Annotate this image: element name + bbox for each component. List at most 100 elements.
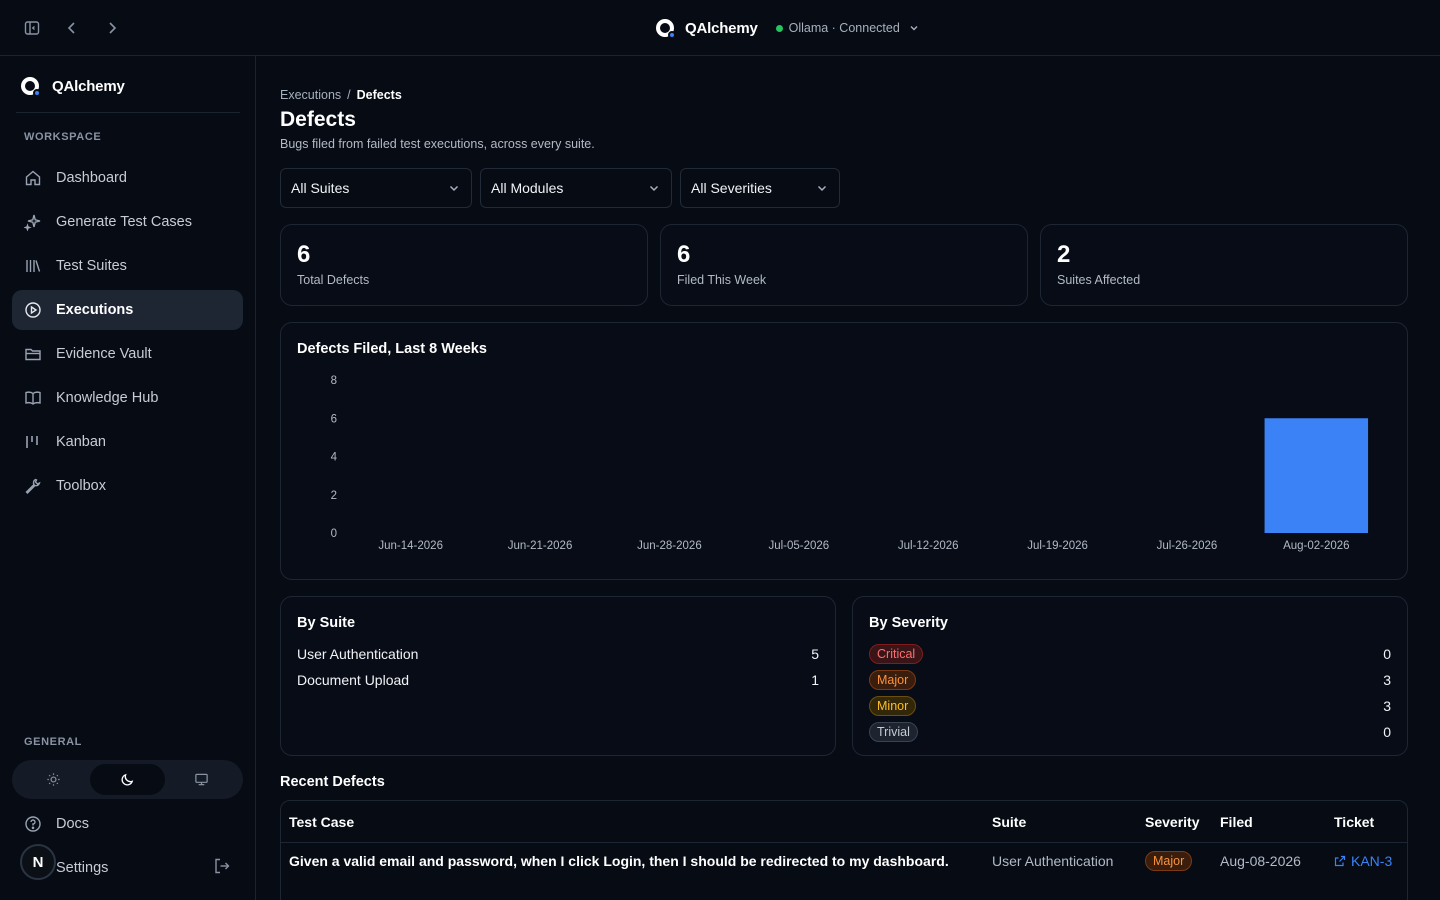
stat-value: 2 [1057,241,1071,268]
by-severity-title: By Severity [869,615,948,631]
sun-icon [47,773,60,786]
severity-badge: Major [869,670,917,690]
cell-filed: Aug-08-2026 [1220,853,1301,869]
stat-label: Filed This Week [677,273,767,287]
workspace-section-label: WORKSPACE [24,131,102,143]
sidebar-item-docs[interactable]: Docs [12,804,243,844]
defects-chart-card: Defects Filed, Last 8 Weeks 0 2 4 6 8 Jun-14-… [280,322,1408,580]
avatar[interactable]: N [20,844,56,880]
cell-test-case: Given a valid email and password, when I… [289,853,949,869]
chart-bar[interactable] [1264,418,1369,533]
ticket-link[interactable]: KAN-3 [1334,853,1392,869]
suite-count: 1 [811,672,819,688]
suite-name: User Authentication [297,646,419,662]
theme-light-button[interactable] [16,764,90,795]
sidebar-divider [16,112,240,113]
sidebar-item-generate-test-cases[interactable]: Generate Test Cases [12,202,243,242]
wrench-icon [25,478,41,494]
column-header-suite[interactable]: Suite [992,814,1026,830]
sidebar-item-label: Dashboard [56,170,127,186]
severity-badge: Critical [869,644,924,664]
top-bar: QAlchemy Ollama · Connected [0,0,1440,56]
y-tick-label: 0 [331,528,337,540]
y-tick-label: 6 [331,413,337,425]
library-icon [26,260,41,272]
stat-card-total-defects: 6 Total Defects [280,224,648,306]
x-tick-label: Jun-28-2026 [637,540,702,552]
sidebar-item-knowledge-hub[interactable]: Knowledge Hub [12,378,243,418]
x-tick-label: Jun-21-2026 [508,540,573,552]
sidebar-item-test-suites[interactable]: Test Suites [12,246,243,286]
sidebar-brand[interactable]: QAlchemy [20,76,125,97]
y-tick-label: 8 [331,375,337,387]
severity-count: 0 [1383,724,1391,740]
severity-badge: Trivial [869,722,918,742]
sidebar-item-label: Executions [56,302,134,318]
breadcrumb-current: Defects [356,88,402,102]
stat-label: Total Defects [297,273,370,287]
monitor-icon [195,773,209,786]
suite-filter-select[interactable]: All Suites [280,168,472,208]
module-filter-select[interactable]: All Modules [480,168,672,208]
logo-icon [655,18,676,39]
list-item: Minor 3 [869,693,1391,719]
ticket-id: KAN-3 [1351,853,1393,869]
suite-filter-value: All Suites [291,180,350,196]
breadcrumb-executions-link[interactable]: Executions [280,88,341,102]
breadcrumb: Executions / Defects [280,88,402,102]
theme-dark-button[interactable] [90,764,165,795]
sidebar-item-label: Generate Test Cases [56,214,192,230]
sidebar-item-toolbox[interactable]: Toolbox [12,466,243,506]
x-tick-label: Jul-05-2026 [768,540,829,552]
page-subtitle: Bugs filed from failed test executions, … [280,137,595,151]
page-title: Defects [280,108,356,131]
cell-suite: User Authentication [992,853,1114,869]
severity-count: 0 [1383,646,1391,662]
sidebar-item-evidence-vault[interactable]: Evidence Vault [12,334,243,374]
sidebar: QAlchemy WORKSPACE Dashboard Generate Te… [0,56,256,900]
sidebar-item-label: Docs [56,816,90,832]
column-header-ticket[interactable]: Ticket [1334,814,1374,830]
column-header-test-case[interactable]: Test Case [289,814,354,830]
breadcrumb-separator: / [347,88,351,102]
severity-badge: Major [1145,851,1193,871]
chevron-down-icon [817,185,827,192]
forward-arrow-icon[interactable] [100,16,124,40]
status-dot-icon [775,24,783,32]
list-item: User Authentication 5 [297,641,819,667]
brand-name: QAlchemy [685,19,758,37]
x-tick-label: Jul-26-2026 [1157,540,1218,552]
y-tick-label: 4 [331,452,338,464]
chevron-down-icon [449,185,459,192]
recent-defects-table: Test Case Suite Severity Filed Ticket Gi… [280,800,1408,900]
sidebar-item-executions[interactable]: Executions [12,290,243,330]
main-content: Executions / Defects Defects Bugs filed … [280,56,1408,900]
sidebar-item-kanban[interactable]: Kanban [12,422,243,462]
list-item: Critical 0 [869,641,1391,667]
column-header-severity[interactable]: Severity [1145,814,1199,830]
suite-count: 5 [811,646,819,662]
x-tick-label: Jun-14-2026 [378,540,443,552]
model-status-text: Ollama · Connected [788,21,900,35]
window-nav [20,16,124,40]
stat-card-filed-this-week: 6 Filed This Week [660,224,1028,306]
chevron-down-icon [649,185,659,192]
help-circle-icon [25,816,41,832]
model-status-dropdown[interactable]: Ollama · Connected [775,21,920,35]
sidebar-item-dashboard[interactable]: Dashboard [12,158,243,198]
sidebar-brand-name: QAlchemy [52,77,125,95]
stat-label: Suites Affected [1057,273,1141,287]
moon-icon [121,773,134,786]
back-arrow-icon[interactable] [60,16,84,40]
external-link-icon [1334,855,1346,867]
book-open-icon [25,391,41,405]
theme-system-button[interactable] [165,764,239,795]
sidebar-toggle-icon[interactable] [20,16,44,40]
column-header-filed[interactable]: Filed [1220,814,1253,830]
top-brand: QAlchemy Ollama · Connected [655,16,920,40]
severity-filter-select[interactable]: All Severities [680,168,840,208]
logout-icon[interactable] [213,857,231,880]
stat-value: 6 [677,241,691,268]
sidebar-item-label: Knowledge Hub [56,390,159,406]
severity-badge: Minor [869,696,917,716]
